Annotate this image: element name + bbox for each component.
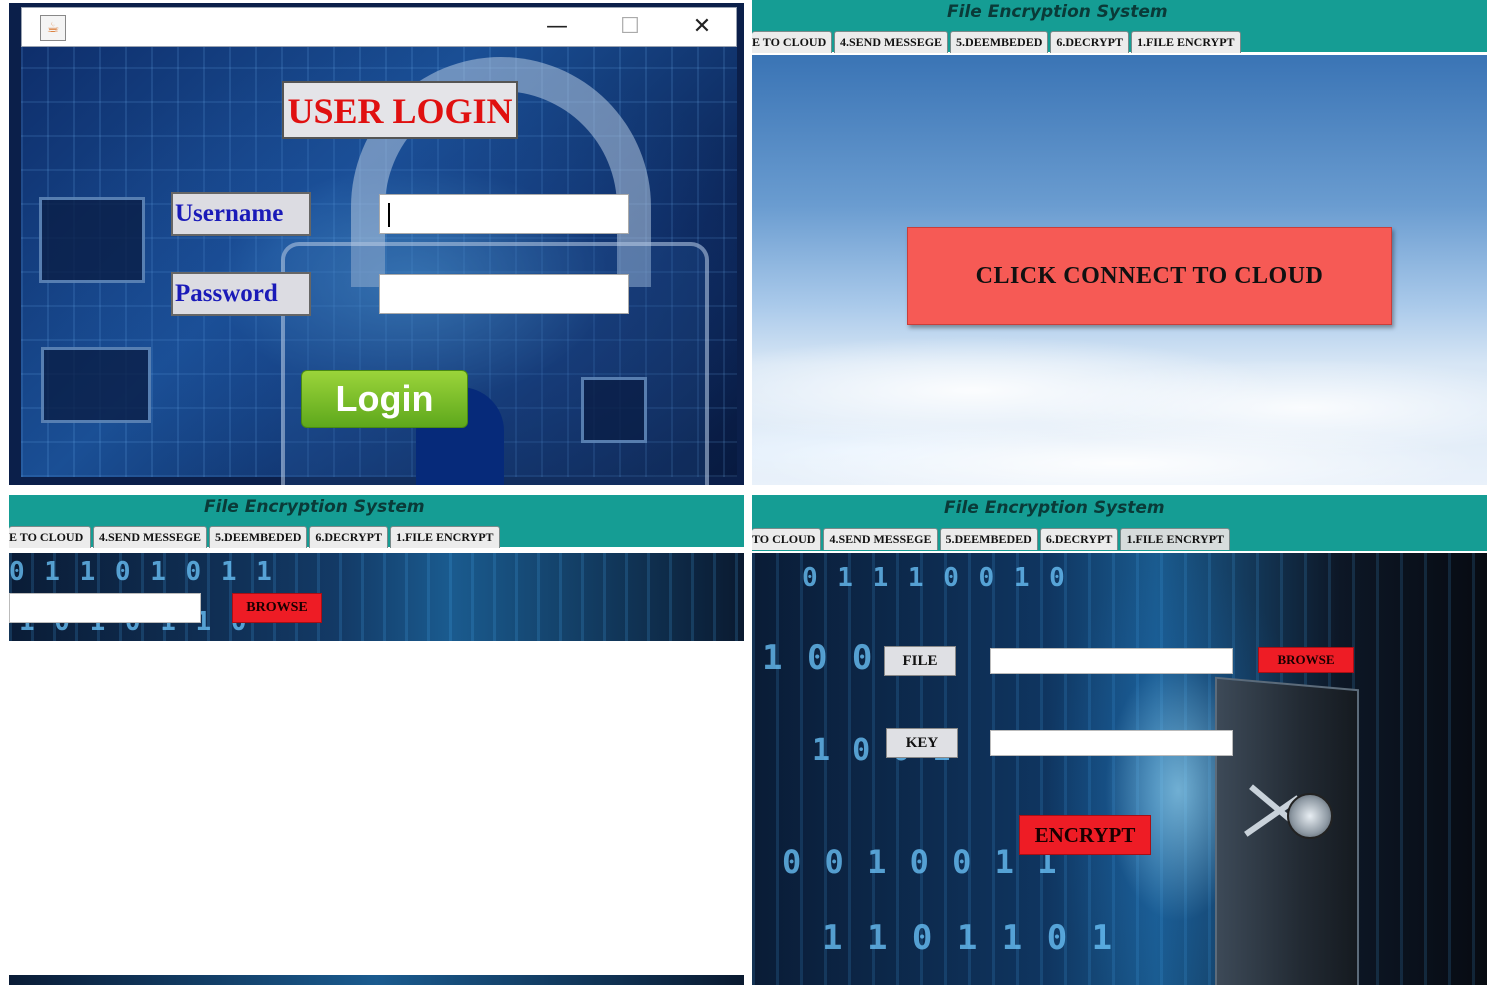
- tab-decrypt[interactable]: 6.DECRYPT: [1050, 31, 1129, 53]
- vault-door-icon: [1215, 676, 1359, 985]
- tab-connect-to-cloud[interactable]: TO CLOUD: [752, 528, 822, 550]
- tab-send-message[interactable]: 4.SEND MESSEGE: [823, 528, 938, 550]
- app-header: File Encryption System E TO CLOUD 4.SEND…: [9, 495, 744, 548]
- tab-bar: E TO CLOUD 4.SEND MESSEGE 5.DEEMBEDED 6.…: [9, 526, 502, 548]
- encrypt-panel: File Encryption System TO CLOUD 4.SEND M…: [752, 495, 1487, 985]
- tab-send-message[interactable]: 4.SEND MESSEGE: [834, 31, 949, 53]
- app-title: File Encryption System: [204, 497, 425, 517]
- tab-send-message[interactable]: 4.SEND MESSEGE: [93, 526, 208, 548]
- app-header: File Encryption System TO CLOUD 4.SEND M…: [752, 495, 1487, 551]
- connect-to-cloud-button[interactable]: CLICK CONNECT TO CLOUD: [907, 227, 1392, 325]
- username-input[interactable]: [379, 194, 629, 234]
- browse-button[interactable]: BROWSE: [1258, 647, 1354, 673]
- binary-digits-decoration: 0 1 1 0 1 0 1 1: [9, 557, 274, 587]
- tab-connect-to-cloud[interactable]: E TO CLOUD: [9, 526, 91, 548]
- tab-deembeded[interactable]: 5.DEEMBEDED: [209, 526, 308, 548]
- username-label: Username: [171, 192, 311, 236]
- tab-file-encrypt[interactable]: 1.FILE ENCRYPT: [389, 526, 500, 548]
- tab-file-encrypt[interactable]: 1.FILE ENCRYPT: [1130, 31, 1241, 53]
- text-caret: [388, 203, 390, 227]
- login-title: USER LOGIN: [282, 81, 518, 139]
- file-input[interactable]: [990, 648, 1233, 674]
- java-icon: ☕: [40, 15, 66, 41]
- background-strip: [9, 975, 744, 985]
- login-button[interactable]: Login: [301, 370, 468, 428]
- encrypt-panel-cropped: File Encryption System E TO CLOUD 4.SEND…: [9, 495, 744, 985]
- binary-digits-decoration: 1 0 0: [762, 638, 875, 678]
- chip-icon: [581, 377, 647, 443]
- key-input[interactable]: [990, 730, 1233, 756]
- file-path-input[interactable]: [9, 593, 201, 623]
- encrypt-button[interactable]: ENCRYPT: [1019, 815, 1151, 855]
- tab-decrypt[interactable]: 6.DECRYPT: [309, 526, 388, 548]
- key-label: KEY: [886, 728, 958, 758]
- close-button[interactable]: ✕: [672, 8, 732, 48]
- vault-dial-icon: [1287, 793, 1333, 839]
- chip-icon: [41, 347, 151, 423]
- app-title: File Encryption System: [944, 498, 1165, 518]
- tab-connect-to-cloud[interactable]: E TO CLOUD: [752, 31, 832, 53]
- window-titlebar: ☕ — ☐ ✕: [21, 7, 737, 47]
- binary-digits-decoration: 0 1 1 1 0 0 1 0: [802, 563, 1067, 593]
- login-window: ☕ — ☐ ✕ USER LOGIN Username Password Log…: [9, 3, 744, 485]
- cloud-panel: File Encryption System E TO CLOUD 4.SEND…: [752, 0, 1487, 485]
- tab-deembeded[interactable]: 5.DEEMBEDED: [939, 528, 1038, 550]
- vault-background: 0 1 1 1 0 0 1 0 1 0 0 1 0 0 1 0 0 1 0 0 …: [752, 553, 1487, 985]
- tab-bar: E TO CLOUD 4.SEND MESSEGE 5.DEEMBEDED 6.…: [752, 31, 1243, 53]
- tab-decrypt[interactable]: 6.DECRYPT: [1039, 528, 1119, 550]
- chip-icon: [39, 197, 145, 283]
- tab-file-encrypt[interactable]: 1.FILE ENCRYPT: [1120, 528, 1231, 550]
- app-title: File Encryption System: [947, 2, 1168, 22]
- tab-deembeded[interactable]: 5.DEEMBEDED: [950, 31, 1049, 53]
- binary-digits-decoration: 0 0 1 0 0 1 1: [782, 843, 1059, 881]
- browse-button[interactable]: BROWSE: [232, 593, 322, 623]
- binary-digits-decoration: 1 1 0 1 1 0 1: [822, 918, 1115, 958]
- password-label: Password: [171, 272, 311, 316]
- tab-bar: TO CLOUD 4.SEND MESSEGE 5.DEEMBEDED 6.DE…: [752, 528, 1232, 550]
- maximize-button[interactable]: ☐: [600, 8, 660, 48]
- file-label: FILE: [884, 646, 956, 676]
- minimize-button[interactable]: —: [527, 8, 587, 48]
- app-header: File Encryption System E TO CLOUD 4.SEND…: [752, 0, 1487, 53]
- password-input[interactable]: [379, 274, 629, 314]
